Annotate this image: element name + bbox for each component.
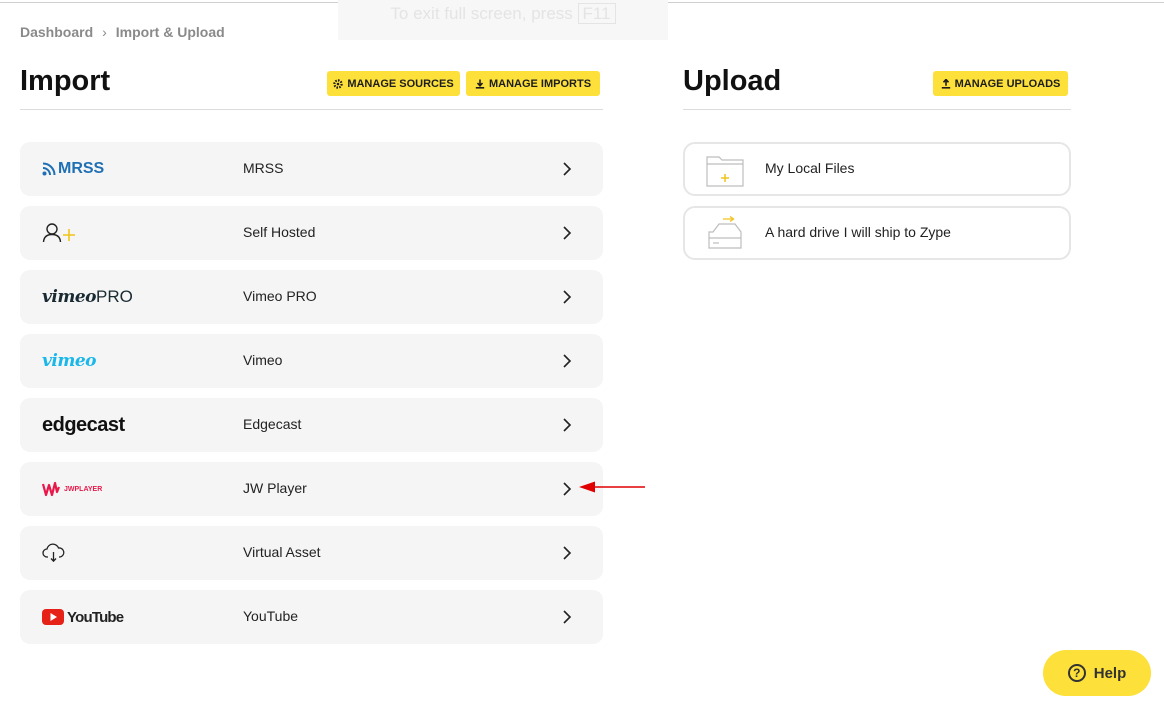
mrss-logo-text: MRSS: [58, 160, 105, 177]
manage-sources-label: MANAGE SOURCES: [347, 77, 454, 90]
manage-imports-button[interactable]: MANAGE IMPORTS: [466, 71, 600, 96]
import-row-mrss[interactable]: MRSS MRSS: [20, 142, 603, 196]
import-row-label: Vimeo PRO: [243, 288, 317, 304]
mrss-logo: MRSS: [42, 142, 104, 196]
youtube-logo-text: YouTube: [67, 608, 124, 626]
breadcrumb-separator: ›: [102, 24, 107, 40]
vimeo-pro-logo-text: vimeo: [42, 287, 96, 307]
vimeo-logo: vimeo: [42, 351, 96, 371]
import-row-edgecast[interactable]: edgecast Edgecast: [20, 398, 603, 452]
upload-row-label: My Local Files: [765, 160, 855, 176]
upload-icon: [941, 78, 950, 89]
import-title: Import: [20, 65, 111, 97]
import-row-virtual-asset[interactable]: Virtual Asset: [20, 526, 603, 580]
chevron-right-icon: [563, 482, 572, 496]
import-row-label: Self Hosted: [243, 224, 316, 240]
download-icon: [475, 79, 485, 89]
import-row-label: Edgecast: [243, 416, 302, 432]
upload-title: Upload: [683, 65, 782, 97]
fullscreen-banner: To exit full screen, press F11: [338, 0, 668, 40]
cloud-download-icon: [42, 543, 65, 563]
breadcrumb: Dashboard › Import & Upload: [20, 24, 225, 40]
chevron-right-icon: [563, 226, 572, 240]
vimeo-pro-logo: vimeo PRO: [42, 270, 133, 324]
manage-sources-button[interactable]: MANAGE SOURCES: [327, 71, 460, 96]
self-hosted-logo: [42, 206, 78, 260]
fullscreen-banner-text: To exit full screen, press: [390, 4, 573, 23]
annotation-arrow: [579, 481, 645, 493]
jw-player-icon: [42, 481, 61, 497]
help-label: Help: [1093, 664, 1127, 682]
youtube-logo: YouTube: [42, 590, 124, 644]
edgecast-logo: edgecast: [42, 413, 125, 436]
virtual-asset-logo: [42, 526, 66, 580]
chevron-right-icon: [563, 610, 572, 624]
upload-row-local-files[interactable]: My Local Files: [683, 142, 1071, 196]
vimeo-pro-logo-suffix: PRO: [95, 287, 133, 306]
manage-uploads-button[interactable]: MANAGE UPLOADS: [933, 71, 1068, 96]
breadcrumb-dashboard[interactable]: Dashboard: [20, 24, 93, 40]
import-row-label: Vimeo: [243, 352, 283, 368]
import-row-label: MRSS: [243, 160, 284, 176]
folder-plus-icon: [706, 156, 744, 187]
import-row-vimeo-pro[interactable]: vimeo PRO Vimeo PRO: [20, 270, 603, 324]
import-divider: [20, 109, 603, 110]
chevron-right-icon: [563, 546, 572, 560]
rss-icon: [42, 162, 56, 176]
help-button[interactable]: ? Help: [1043, 650, 1151, 696]
upload-row-label: A hard drive I will ship to Zype: [765, 224, 951, 240]
jw-player-logo: JWPLAYER: [42, 462, 102, 516]
help-question-icon: ?: [1067, 664, 1086, 682]
chevron-right-icon: [563, 162, 572, 176]
import-row-label: YouTube: [243, 608, 299, 624]
chevron-right-icon: [563, 290, 572, 304]
chevron-right-icon: [563, 354, 572, 368]
manage-imports-label: MANAGE IMPORTS: [488, 77, 592, 90]
gear-icon: [333, 78, 344, 89]
upload-row-hard-drive[interactable]: A hard drive I will ship to Zype: [683, 206, 1071, 260]
youtube-play-icon: [42, 609, 64, 625]
jw-player-logo-text: JWPLAYER: [64, 485, 103, 493]
import-row-label: JW Player: [243, 480, 307, 496]
import-row-vimeo[interactable]: vimeo Vimeo: [20, 334, 603, 388]
upload-divider: [683, 109, 1071, 110]
fullscreen-banner-key: F11: [577, 3, 616, 24]
hard-drive-icon: [708, 216, 742, 249]
import-row-youtube[interactable]: YouTube YouTube: [20, 590, 603, 644]
breadcrumb-current: Import & Upload: [115, 24, 225, 40]
import-row-self-hosted[interactable]: Self Hosted: [20, 206, 603, 260]
import-row-label: Virtual Asset: [243, 544, 321, 560]
import-row-jw-player[interactable]: JWPLAYER JW Player: [20, 462, 603, 516]
user-plus-icon: [42, 223, 75, 243]
chevron-right-icon: [563, 418, 572, 432]
manage-uploads-label: MANAGE UPLOADS: [954, 77, 1061, 90]
